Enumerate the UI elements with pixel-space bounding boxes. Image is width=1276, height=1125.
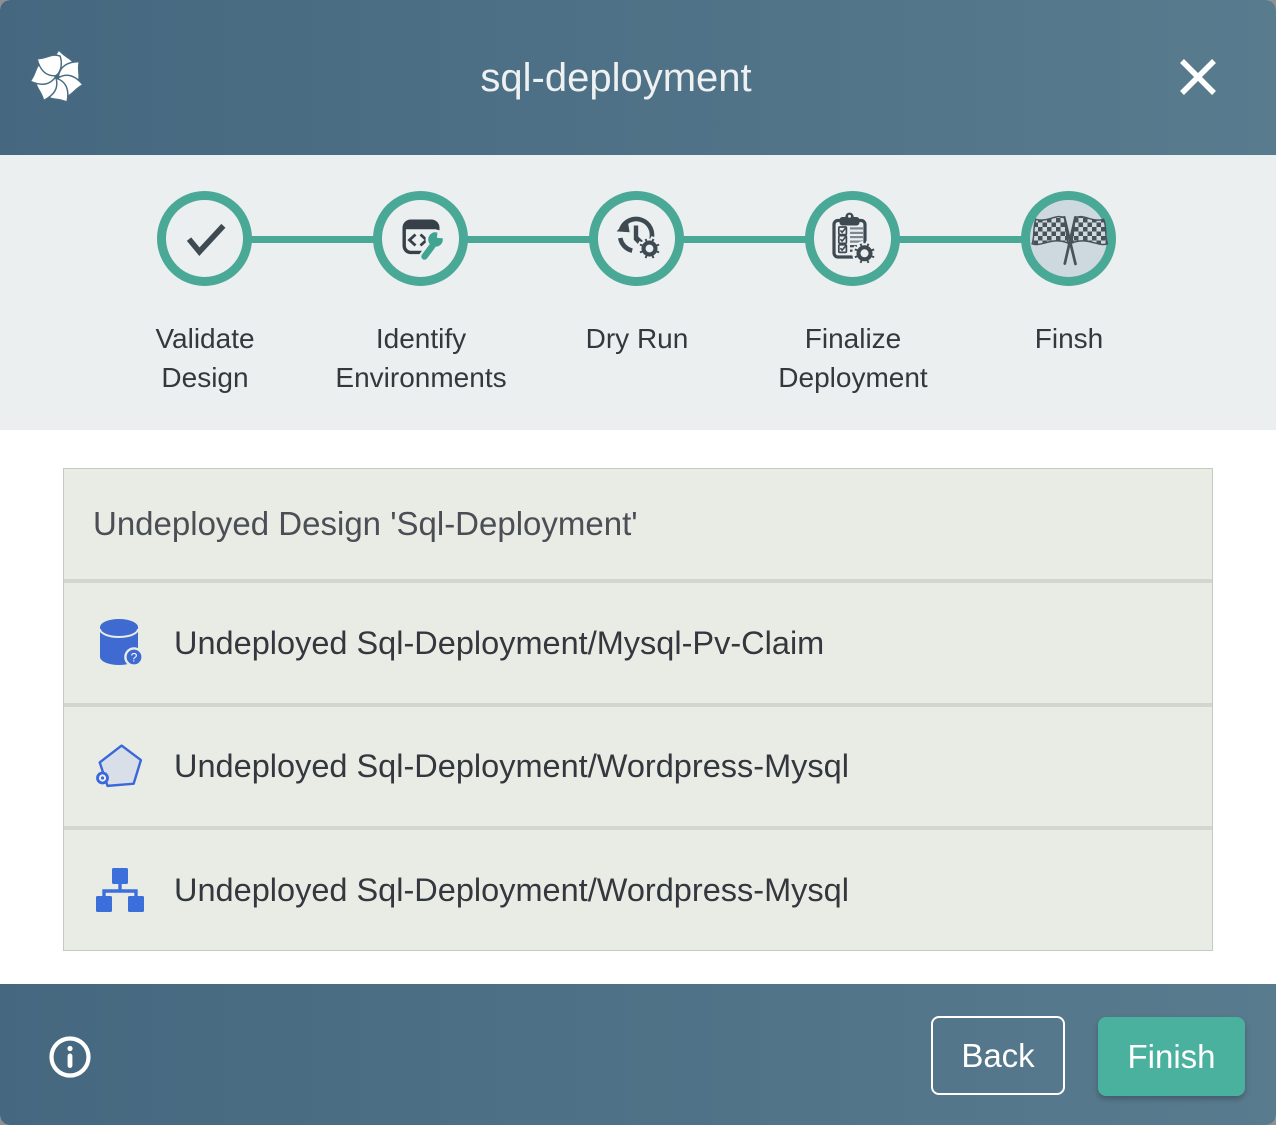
svg-text:?: ?	[131, 651, 138, 665]
